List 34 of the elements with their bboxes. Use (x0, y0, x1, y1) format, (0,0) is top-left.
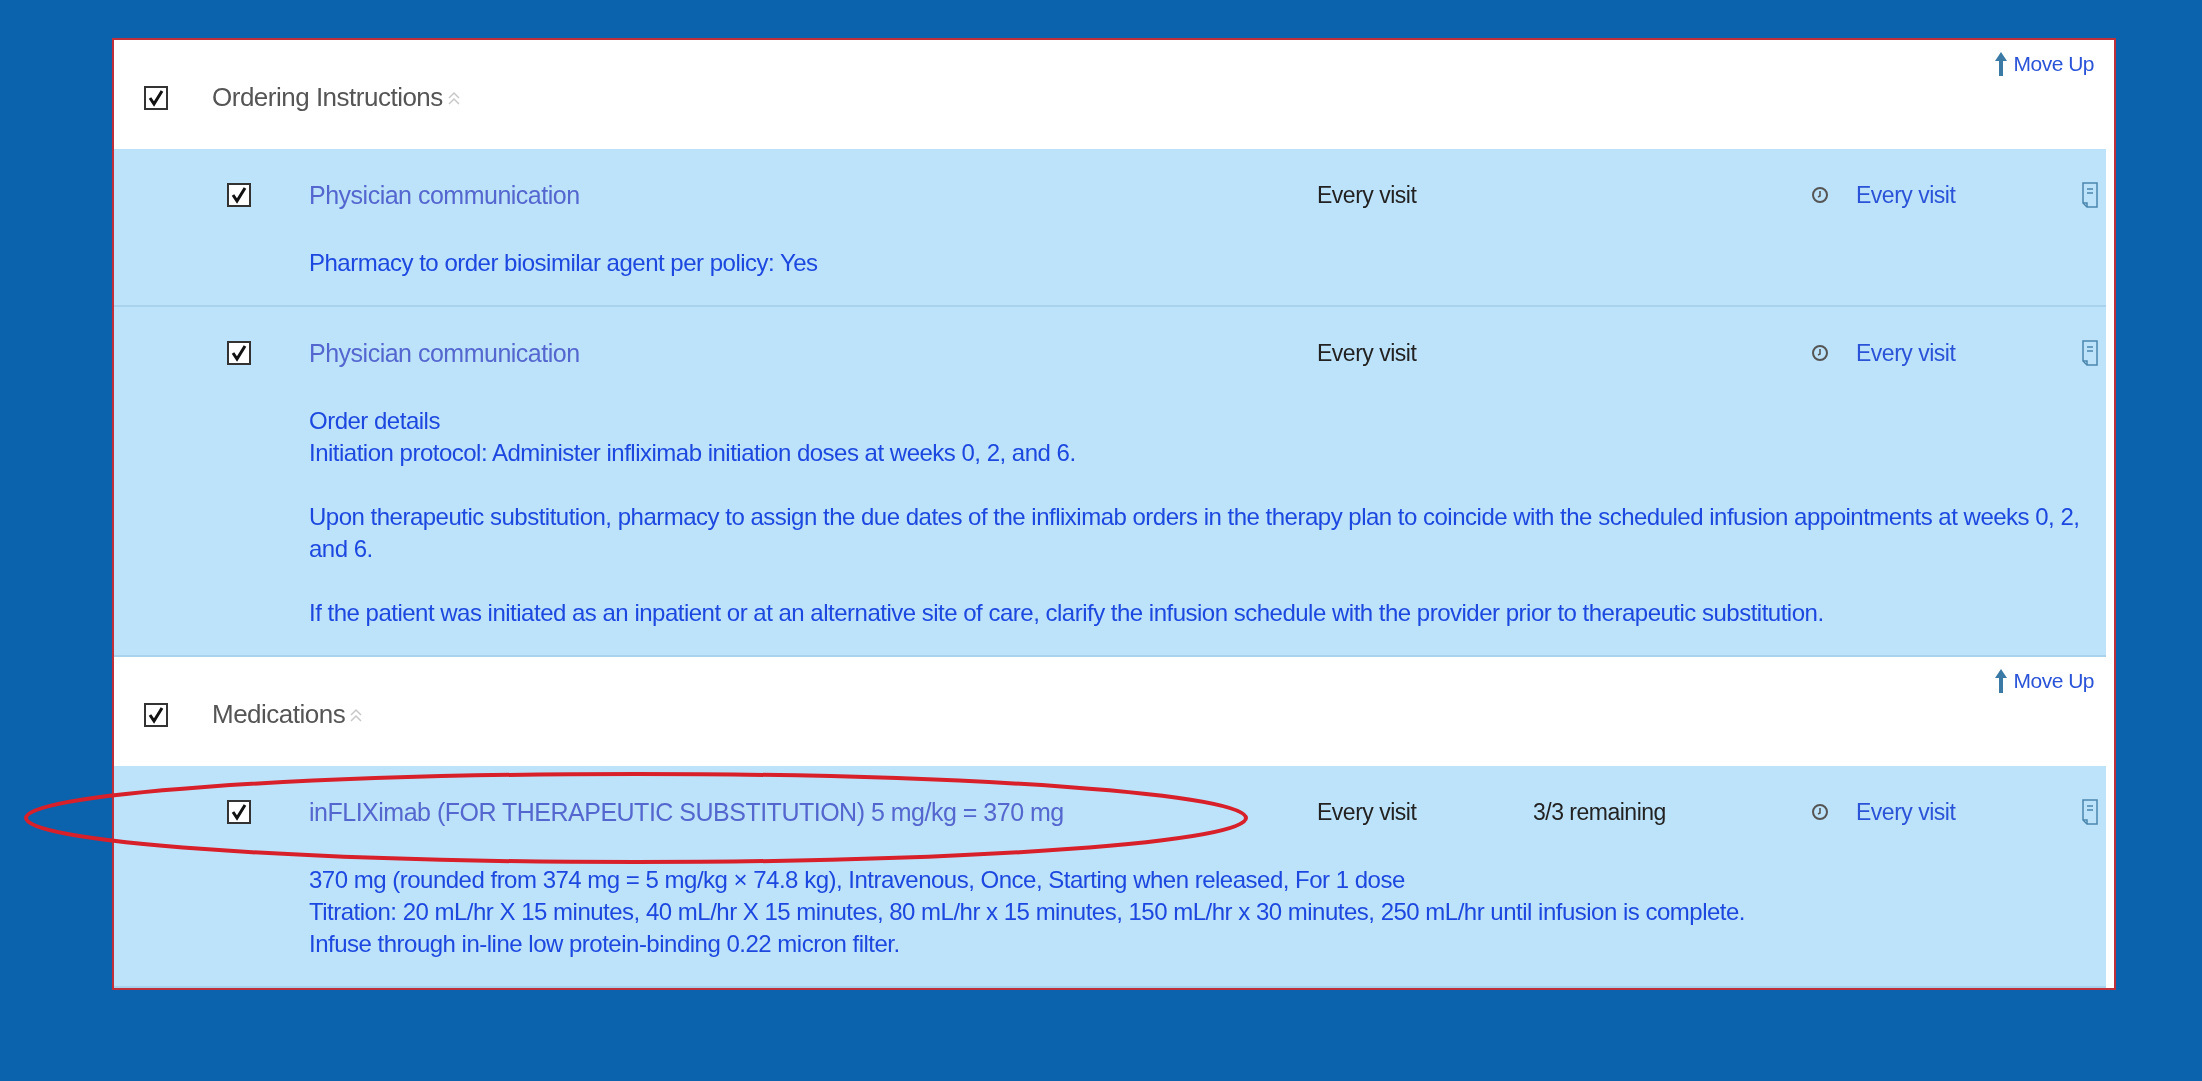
order-detail-text: Order details (309, 406, 441, 436)
checkbox[interactable] (144, 702, 168, 727)
order-name-link[interactable]: Physician communication (309, 338, 580, 368)
schedule-link[interactable]: Every visit (1856, 339, 1956, 367)
section-title: Ordering Instructions (212, 82, 443, 113)
document-icon[interactable] (2082, 182, 2098, 208)
up-arrow-icon (1995, 52, 2008, 76)
clock-icon (1811, 344, 1829, 362)
frequency-text: Every visit (1317, 181, 1417, 209)
clock-icon (1811, 186, 1829, 204)
order-detail-text: Upon therapeutic substitution, pharmacy to assign the due dates of the infliximab orders in the therapy plan to coincide with the scheduled infusion appointments at weeks 0, 2, and 6. (309, 502, 2081, 564)
up-arrow-icon (1995, 669, 2008, 693)
frequency-text: Every visit (1317, 798, 1417, 826)
clock-icon (1811, 803, 1829, 821)
schedule-link[interactable]: Every visit (1856, 798, 1956, 826)
remaining-text: 3/3 remaining (1533, 798, 1666, 826)
order-name-link[interactable]: Physician communication (309, 180, 580, 210)
move-up-link[interactable]: Move Up (1995, 669, 2094, 693)
document-icon[interactable] (2082, 799, 2098, 825)
order-detail-text: Pharmacy to order biosimilar agent per policy: Yes (309, 248, 819, 278)
checkbox[interactable] (227, 183, 251, 207)
schedule-link[interactable]: Every visit (1856, 181, 1956, 209)
order-detail-text: 370 mg (rounded from 374 mg = 5 mg/kg × 74.8 kg), Intravenous, Once, Starting when released, For 1 dose (309, 865, 1406, 895)
order-detail-text: Initiation protocol: Administer infliximab initiation doses at weeks 0, 2, and 6. (309, 438, 1077, 468)
checkbox[interactable] (144, 85, 168, 110)
move-up-link[interactable]: Move Up (1995, 52, 2094, 76)
order-detail-text: If the patient was initiated as an inpatient or at an alternative site of care, clarify the infusion schedule with the provider prior to therapeutic substitution. (309, 598, 1825, 628)
checkbox[interactable] (227, 341, 251, 365)
order-detail-text: Infuse through in-line low protein-binding 0.22 micron filter. (309, 929, 901, 959)
document-icon[interactable] (2082, 340, 2098, 366)
section-title: Medications (212, 699, 346, 730)
order-detail-text: Titration: 20 mL/hr X 15 minutes, 40 mL/hr X 15 minutes, 80 mL/hr x 15 minutes, 150 mL/hr x 30 minutes, 250 mL/hr until infusion is complete. (309, 897, 1746, 927)
frequency-text: Every visit (1317, 339, 1417, 367)
checkbox[interactable] (227, 800, 251, 824)
